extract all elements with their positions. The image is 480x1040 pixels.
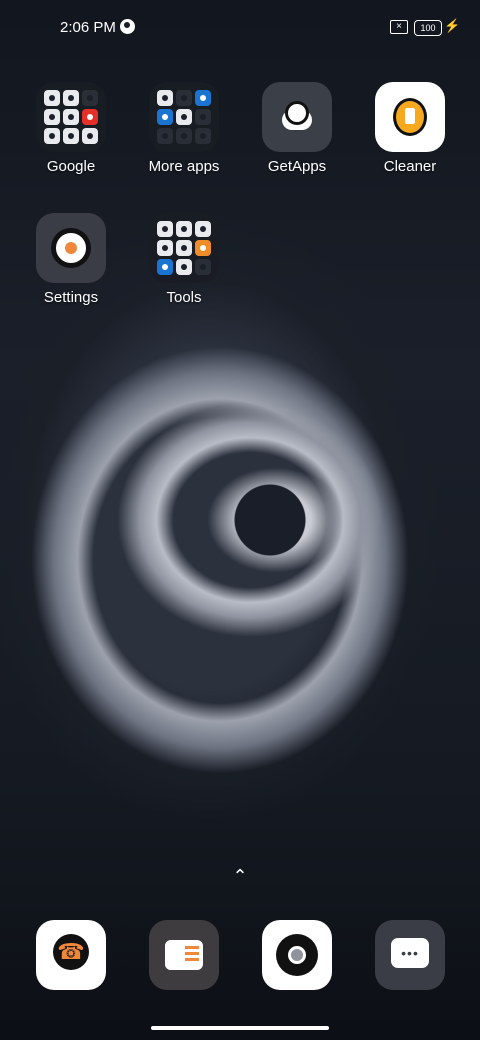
status-time: 2:06 PM: [60, 19, 116, 36]
google-folder-icon: [36, 82, 106, 152]
no-sim-icon: ×: [390, 20, 408, 34]
status-bar: 2:06 PM × 100 ⚡: [0, 0, 480, 56]
battery-icon: 100: [414, 20, 442, 36]
google-folder[interactable]: Google: [21, 82, 121, 175]
phone-icon: [36, 920, 106, 990]
dock: [0, 920, 480, 992]
messages-app[interactable]: [360, 920, 460, 990]
home-gesture-bar[interactable]: [151, 1026, 329, 1030]
tools-folder-icon: [149, 213, 219, 283]
chrome-icon: [262, 920, 332, 990]
cleaner-app[interactable]: Cleaner: [360, 82, 460, 175]
getapps-app[interactable]: GetApps: [247, 82, 347, 175]
more-apps-folder-icon: [149, 82, 219, 152]
getapps-label: GetApps: [267, 158, 327, 175]
app-drawer-arrow-icon[interactable]: ⌃: [228, 867, 252, 885]
cleaner-icon: [375, 82, 445, 152]
more-apps-folder[interactable]: More apps: [134, 82, 234, 175]
chrome-app[interactable]: [247, 920, 347, 990]
charging-icon: ⚡: [444, 18, 461, 33]
more-apps-folder-label: More apps: [148, 158, 220, 175]
settings-label: Settings: [43, 289, 99, 306]
phone-app[interactable]: [21, 920, 121, 990]
settings-app[interactable]: Settings: [21, 213, 121, 306]
contacts-icon: [149, 920, 219, 990]
getapps-icon: [262, 82, 332, 152]
settings-gear-icon: [36, 213, 106, 283]
cleaner-label: Cleaner: [383, 158, 437, 175]
tools-folder-label: Tools: [166, 289, 202, 306]
notification-icon: [120, 19, 135, 34]
tools-folder[interactable]: Tools: [134, 213, 234, 306]
google-folder-label: Google: [46, 158, 96, 175]
messages-icon: [375, 920, 445, 990]
contacts-app[interactable]: [134, 920, 234, 990]
